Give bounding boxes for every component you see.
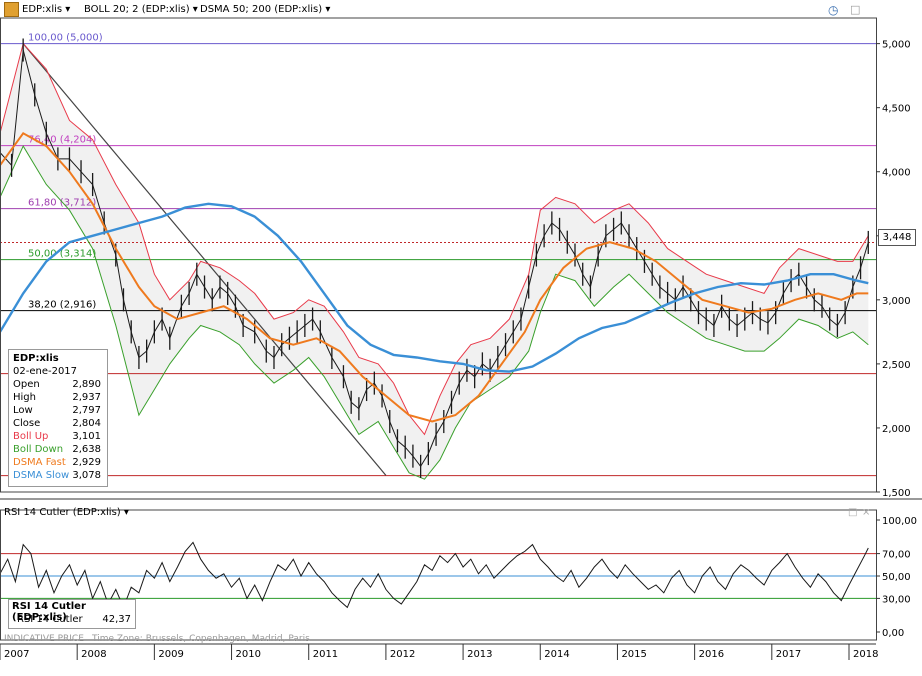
- x-tick-label: 2012: [390, 649, 415, 660]
- x-tick-label: 2018: [853, 649, 878, 660]
- info-row-low: Low 2,797: [13, 404, 103, 417]
- info-row-label: DSMA Fast: [13, 457, 66, 468]
- dsma-selector[interactable]: DSMA 50; 200 (EDP:xlis) ▾: [200, 2, 330, 18]
- dsma-label: DSMA 50; 200 (EDP:xlis): [200, 4, 323, 15]
- info-row-value: 3,078: [72, 470, 101, 481]
- bollinger-band-fill: [0, 43, 869, 480]
- x-tick-label: 2011: [313, 649, 338, 660]
- price-plot: 100,00 (5,000) 76,40 (4,204) 61,80 (3,712)…: [0, 33, 876, 480]
- y-tick-label: 2,000: [882, 424, 911, 435]
- rsi-tick-label: 0,00: [882, 628, 904, 639]
- info-row-high: High 2,937: [13, 391, 103, 404]
- info-row-label: Open: [13, 379, 40, 390]
- info-row-label: Boll Up: [13, 431, 49, 442]
- rsi-tick-label: 50,00: [882, 572, 911, 583]
- fib-level-label: 100,00 (5,000): [28, 33, 103, 44]
- clock-icon[interactable]: ◷: [828, 2, 838, 18]
- info-row-label: Boll Down: [13, 444, 64, 455]
- y-tick-label: 5,000: [882, 40, 911, 51]
- timezone-label: Time Zone: Brussels, Copenhagen, Madrid,…: [92, 634, 310, 644]
- x-tick-label: 2009: [158, 649, 183, 660]
- info-row-boll-down: Boll Down 2,638: [13, 443, 103, 456]
- info-row-value: 2,638: [72, 444, 101, 455]
- chevron-down-icon: ▾: [325, 4, 331, 15]
- info-row-dsma-fast: DSMA Fast 2,929: [13, 456, 103, 469]
- symbol-label: EDP:xlis: [22, 4, 63, 15]
- x-tick-label: 2008: [81, 649, 106, 660]
- boll-label: BOLL 20; 2 (EDP:xlis): [84, 4, 190, 15]
- window-icon[interactable]: □: [850, 2, 860, 18]
- rsi-plot: [0, 541, 876, 609]
- rsi-selector[interactable]: RSI 14 Cutler (EDP:xlis) ▾: [4, 507, 129, 518]
- y-tick-label: 4,500: [882, 104, 911, 115]
- y-tick-label: 2,500: [882, 360, 911, 371]
- info-row-close: Close 2,804: [13, 417, 103, 430]
- info-row-value: 3,101: [72, 431, 101, 442]
- boll-selector[interactable]: BOLL 20; 2 (EDP:xlis) ▾: [84, 2, 198, 18]
- rsi-tick-label: 30,00: [882, 594, 911, 605]
- chevron-down-icon: ▾: [65, 4, 71, 15]
- info-row-value: 2,797: [72, 405, 101, 416]
- info-row-label: High: [13, 392, 36, 403]
- fib-level-label: 61,80 (3,712): [28, 198, 96, 209]
- rsi-tick-label: 70,00: [882, 550, 911, 561]
- info-box: EDP:xlis 02-ene-2017 Open 2,890 High 2,937 L…: [8, 349, 108, 487]
- info-row-value: 2,929: [72, 457, 101, 468]
- info-row-boll-up: Boll Up 3,101: [13, 430, 103, 443]
- info-row-value: 2,804: [72, 418, 101, 429]
- rsi-title: RSI 14 Cutler (EDP:xlis): [4, 507, 121, 518]
- x-tick-label: 2016: [699, 649, 724, 660]
- info-row-label: Low: [13, 405, 33, 416]
- fib-level-label: 38,20 (2,916): [28, 300, 96, 311]
- y-tick-label: 3,000: [882, 296, 911, 307]
- close-icon[interactable]: ×: [862, 507, 870, 518]
- x-tick-label: 2014: [544, 649, 569, 660]
- info-row-value: 2,937: [72, 392, 101, 403]
- info-row-dsma-slow: DSMA Slow 3,078: [13, 469, 103, 482]
- info-title: EDP:xlis: [13, 353, 59, 364]
- rsi-legend-value: 42,37: [102, 614, 131, 625]
- info-row-label: DSMA Slow: [13, 470, 70, 481]
- x-tick-label: 2007: [4, 649, 29, 660]
- info-date: 02-ene-2017: [13, 366, 78, 377]
- fib-level-label: 50,00 (3,314): [28, 249, 96, 260]
- window-icon[interactable]: □: [848, 507, 857, 518]
- rsi-line: [0, 541, 869, 609]
- y-tick-label: 4,000: [882, 168, 911, 179]
- chevron-down-icon: ▾: [123, 507, 129, 518]
- y-tick-label: 1,500: [882, 488, 911, 499]
- x-tick-label: 2010: [236, 649, 261, 660]
- info-row-value: 2,890: [72, 379, 101, 390]
- last-price-tag: 3,448: [878, 229, 916, 246]
- symbol-selector[interactable]: EDP:xlis ▾: [22, 2, 70, 18]
- x-tick-label: 2015: [621, 649, 646, 660]
- chevron-down-icon: ▾: [192, 4, 198, 15]
- indicative-label: INDICATIVE PRICE: [4, 634, 84, 644]
- x-tick-label: 2013: [467, 649, 492, 660]
- logo-icon[interactable]: [4, 2, 19, 18]
- x-tick-label: 2017: [776, 649, 801, 660]
- info-row-open: Open 2,890: [13, 378, 103, 391]
- chart-canvas: 100,00 (5,000) 76,40 (4,204) 61,80 (3,712)…: [0, 17, 922, 660]
- rsi-legend-box: RSI 14 Cutler (EDP:xlis) RSI 14 Cutler 4…: [8, 599, 136, 629]
- rsi-legend-label: RSI 14 Cutler: [17, 614, 83, 625]
- rsi-tick-label: 100,00: [882, 516, 917, 527]
- info-row-label: Close: [13, 418, 41, 429]
- fib-level-label: 76,40 (4,204): [28, 135, 96, 146]
